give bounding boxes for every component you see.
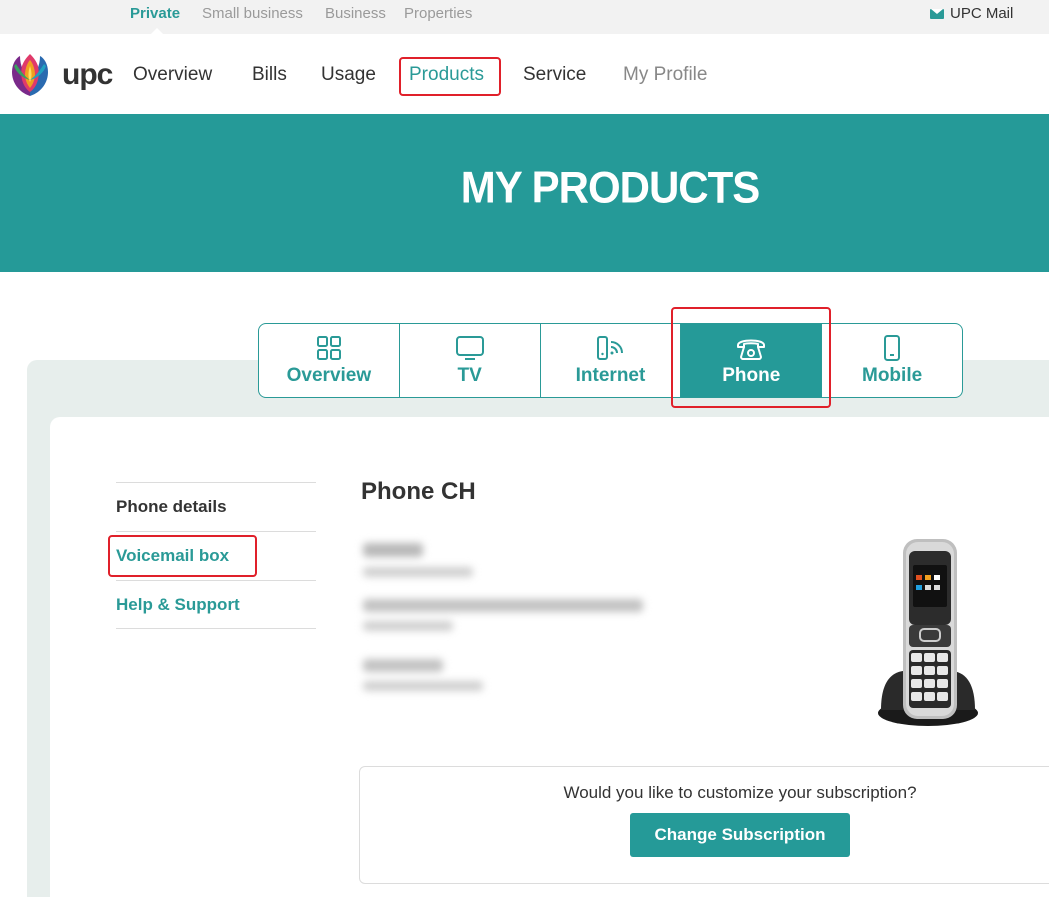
mobile-phone-icon <box>884 334 901 361</box>
side-item-help-support-label: Help & Support <box>116 594 240 614</box>
product-tabs: Overview TV Internet Phone Mobile <box>258 323 963 398</box>
nav-my-profile[interactable]: My Profile <box>623 64 707 86</box>
router-icon <box>597 335 624 360</box>
main-nav: upc Overview Bills Usage Products Servic… <box>0 34 1049 114</box>
upc-logo[interactable]: upc <box>8 52 113 98</box>
nav-usage[interactable]: Usage <box>321 64 376 86</box>
customize-subscription-question: Would you like to customize your subscri… <box>563 783 917 802</box>
upc-mail-link[interactable]: UPC Mail <box>930 5 1013 22</box>
tab-overview[interactable]: Overview <box>259 324 400 397</box>
upc-logo-text: upc <box>62 58 113 91</box>
side-item-help-support[interactable]: Help & Support <box>116 580 316 629</box>
tab-tv[interactable]: TV <box>400 324 541 397</box>
envelope-icon <box>930 8 944 19</box>
segment-private[interactable]: Private <box>130 5 180 22</box>
tab-internet-label: Internet <box>575 364 646 386</box>
cordless-phone-image <box>873 535 983 730</box>
telephone-icon <box>737 339 766 360</box>
page-banner: MY PRODUCTS <box>0 114 1049 272</box>
side-item-voicemail-box[interactable]: Voicemail box <box>116 531 316 580</box>
upc-mail-label: UPC Mail <box>950 5 1014 22</box>
blurred-product-details <box>355 535 690 720</box>
tab-phone-label: Phone <box>722 364 781 386</box>
side-menu: Phone details Voicemail box Help & Suppo… <box>116 482 316 629</box>
side-item-phone-details[interactable]: Phone details <box>116 482 316 531</box>
nav-bills[interactable]: Bills <box>252 64 287 86</box>
side-item-voicemail-box-label: Voicemail box <box>116 546 230 565</box>
segment-small-business[interactable]: Small business <box>202 5 303 22</box>
page-title: MY PRODUCTS <box>460 162 761 213</box>
customize-subscription-box: Would you like to customize your subscri… <box>359 766 1049 884</box>
tab-internet[interactable]: Internet <box>541 324 682 397</box>
segment-bar: Private Small business Business Properti… <box>0 0 1049 35</box>
side-item-phone-details-label: Phone details <box>116 497 227 516</box>
tab-mobile[interactable]: Mobile <box>822 324 962 397</box>
tab-tv-label: TV <box>457 364 482 386</box>
tab-phone[interactable]: Phone <box>681 324 823 397</box>
grid-icon <box>316 335 341 360</box>
segment-business[interactable]: Business <box>325 5 386 22</box>
tab-mobile-label: Mobile <box>862 364 923 386</box>
change-subscription-button[interactable]: Change Subscription <box>630 813 850 857</box>
tab-overview-label: Overview <box>286 364 372 386</box>
tv-icon <box>455 335 484 360</box>
upc-logo-icon <box>12 54 48 96</box>
product-title: Phone CH <box>361 478 476 505</box>
nav-overview[interactable]: Overview <box>133 64 212 86</box>
nav-service[interactable]: Service <box>523 64 586 86</box>
segment-properties[interactable]: Properties <box>404 5 472 22</box>
nav-products[interactable]: Products <box>409 64 484 86</box>
